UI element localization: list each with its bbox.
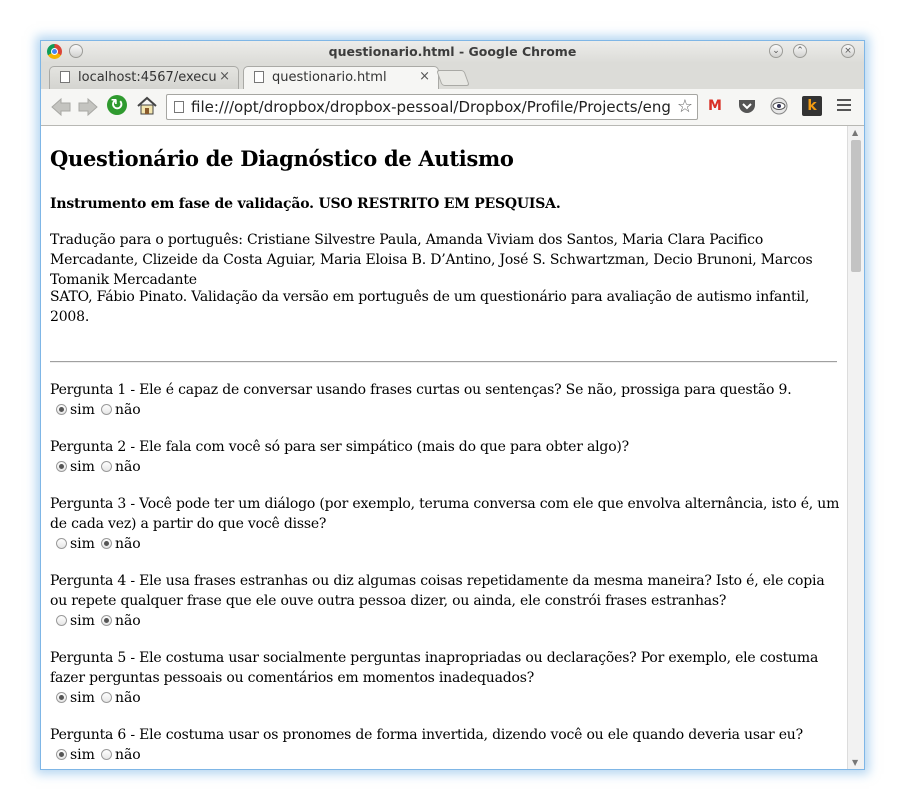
option-nao[interactable]: não	[95, 745, 141, 765]
option-label: não	[114, 747, 141, 763]
option-label: sim	[70, 536, 95, 552]
radio-nao[interactable]	[100, 749, 112, 760]
pocket-icon[interactable]	[737, 96, 757, 116]
option-label: sim	[70, 747, 95, 763]
radio-sim[interactable]	[56, 461, 67, 472]
translation-credits: Tradução para o português: Cristiane Sil…	[50, 232, 813, 288]
address-bar[interactable]: ☆	[166, 94, 698, 120]
option-label: sim	[70, 613, 95, 629]
answer-options: sim não	[50, 457, 840, 477]
option-sim[interactable]: sim	[50, 534, 95, 554]
url-input[interactable]	[191, 97, 675, 117]
radio-nao[interactable]	[100, 461, 112, 472]
radio-nao[interactable]	[100, 404, 112, 415]
k-extension-icon[interactable]: k	[802, 96, 822, 116]
option-nao[interactable]: não	[95, 400, 141, 420]
option-nao[interactable]: não	[95, 611, 141, 631]
home-icon[interactable]	[136, 95, 158, 117]
option-label: não	[114, 690, 141, 706]
option-label: não	[114, 459, 141, 475]
option-label: sim	[70, 690, 95, 706]
option-sim[interactable]: sim	[50, 457, 95, 477]
option-sim[interactable]: sim	[50, 611, 95, 631]
page-icon	[60, 71, 70, 83]
option-sim[interactable]: sim	[50, 745, 95, 765]
vertical-scrollbar[interactable]: ▲ ▼	[847, 126, 864, 769]
question-text: Pergunta 4 - Ele usa frases estranhas ou…	[50, 573, 825, 609]
minimize-button[interactable]: ⌄	[769, 44, 783, 58]
maximize-button[interactable]: ⌃	[793, 44, 807, 58]
option-label: sim	[70, 459, 95, 475]
question-text: Pergunta 1 - Ele é capaz de conversar us…	[50, 382, 792, 398]
answer-options: sim não	[50, 688, 840, 708]
bookmark-star-icon[interactable]: ☆	[677, 96, 693, 117]
option-nao[interactable]: não	[95, 534, 141, 554]
question-text: Pergunta 2 - Ele fala com você só para s…	[50, 439, 629, 455]
option-nao[interactable]: não	[95, 688, 141, 708]
menu-icon[interactable]	[837, 99, 851, 114]
option-label: não	[114, 402, 141, 418]
radio-sim[interactable]	[56, 404, 67, 415]
tab-label: localhost:4567/execut	[78, 70, 216, 85]
close-window-button[interactable]: ×	[841, 44, 855, 58]
answer-options: sim não	[50, 400, 840, 420]
page-icon	[254, 71, 264, 83]
option-label: não	[114, 536, 141, 552]
option-label: não	[114, 613, 141, 629]
radio-nao[interactable]	[100, 615, 112, 626]
question-item: Pergunta 5 - Ele costuma usar socialment…	[50, 648, 840, 708]
scroll-down-icon[interactable]: ▼	[852, 758, 858, 767]
radio-nao[interactable]	[100, 538, 112, 549]
tab-localhost[interactable]: localhost:4567/execut ×	[49, 66, 239, 89]
option-sim[interactable]: sim	[50, 688, 95, 708]
page-content: Questionário de Diagnóstico de Autismo I…	[41, 126, 847, 769]
reload-icon[interactable]: ↻	[107, 95, 127, 115]
browser-window: questionario.html - Google Chrome ⌄ ⌃ × …	[40, 40, 865, 770]
question-item: Pergunta 4 - Ele usa frases estranhas ou…	[50, 571, 840, 631]
radio-sim[interactable]	[56, 749, 67, 760]
scroll-up-icon[interactable]: ▲	[852, 128, 858, 137]
answer-options: sim não	[50, 745, 840, 765]
window-title: questionario.html - Google Chrome	[328, 44, 577, 59]
new-tab-button[interactable]	[436, 70, 470, 86]
tab-close-icon[interactable]: ×	[419, 69, 430, 84]
tab-strip: localhost:4567/execut × questionario.htm…	[41, 63, 864, 90]
answer-options: sim não	[50, 534, 840, 554]
option-sim[interactable]: sim	[50, 400, 95, 420]
radio-sim[interactable]	[56, 615, 67, 626]
question-text: Pergunta 6 - Ele costuma usar os pronome…	[50, 727, 803, 743]
question-item: Pergunta 6 - Ele costuma usar os pronome…	[50, 725, 840, 765]
option-label: sim	[70, 402, 95, 418]
page-icon	[174, 101, 184, 113]
divider	[50, 361, 837, 363]
scroll-thumb[interactable]	[851, 140, 861, 272]
question-item: Pergunta 3 - Você pode ter um diálogo (p…	[50, 494, 840, 554]
tab-close-icon[interactable]: ×	[219, 69, 230, 84]
radio-nao[interactable]	[100, 692, 112, 703]
question-item: Pergunta 1 - Ele é capaz de conversar us…	[50, 380, 840, 420]
radio-sim[interactable]	[56, 538, 67, 549]
option-nao[interactable]: não	[95, 457, 141, 477]
title-bar: questionario.html - Google Chrome ⌄ ⌃ ×	[41, 41, 864, 63]
toolbar: ↻ ☆ M k	[41, 89, 864, 126]
forward-arrow-icon[interactable]	[77, 97, 99, 121]
tab-label: questionario.html	[272, 70, 387, 85]
page-title: Questionário de Diagnóstico de Autismo	[50, 146, 514, 171]
question-text: Pergunta 3 - Você pode ter um diálogo (p…	[50, 496, 840, 532]
answer-options: sim não	[50, 611, 840, 631]
question-text: Pergunta 5 - Ele costuma usar socialment…	[50, 650, 819, 686]
radio-sim[interactable]	[56, 692, 67, 703]
eye-icon[interactable]	[769, 96, 789, 116]
citation: SATO, Fábio Pinato. Validação da versão …	[50, 289, 810, 325]
gmail-icon[interactable]: M	[705, 96, 725, 116]
tab-questionario[interactable]: questionario.html ×	[243, 66, 439, 90]
question-item: Pergunta 2 - Ele fala com você só para s…	[50, 437, 840, 477]
restricted-notice: Instrumento em fase de validação. USO RE…	[50, 196, 561, 212]
back-arrow-icon[interactable]	[50, 97, 72, 121]
